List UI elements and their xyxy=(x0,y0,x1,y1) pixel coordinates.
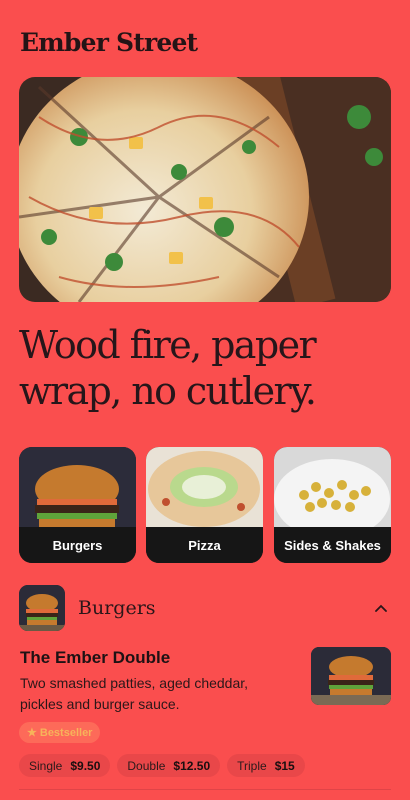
option-price: $9.50 xyxy=(70,758,101,773)
option-triple[interactable]: Triple $15 xyxy=(227,754,305,777)
divider xyxy=(19,789,391,790)
category-label: Sides & Shakes xyxy=(274,527,391,563)
brand-logo[interactable]: Ember Street xyxy=(20,28,198,57)
option-single[interactable]: Single $9.50 xyxy=(19,754,111,777)
size-options: Single $9.50 Double $12.50 Triple $15 xyxy=(19,754,305,777)
corn-bowl-photo xyxy=(274,447,391,527)
category-label: Burgers xyxy=(19,527,136,563)
section-header-burgers[interactable]: Burgers xyxy=(19,585,391,631)
hero-image xyxy=(19,77,391,302)
section-thumbnail xyxy=(19,585,65,631)
item-image xyxy=(311,647,391,705)
option-price: $15 xyxy=(274,758,295,773)
burger-photo xyxy=(19,447,136,527)
category-card-burgers[interactable]: Burgers xyxy=(19,447,136,563)
option-price: $12.50 xyxy=(173,758,211,773)
badge-label: Bestseller xyxy=(39,726,93,739)
option-name: Single xyxy=(29,758,63,773)
category-card-pizza[interactable]: Pizza xyxy=(146,447,263,563)
category-label: Pizza xyxy=(146,527,263,563)
section-title: Burgers xyxy=(78,597,156,619)
category-row: Burgers Pizza Sides & Shakes xyxy=(19,447,391,563)
chevron-up-icon[interactable] xyxy=(371,598,391,618)
bestseller-badge: ★ Bestseller xyxy=(19,722,101,743)
item-title: The Ember Double xyxy=(20,648,171,667)
item-description: Two smashed patties, aged cheddar, pickl… xyxy=(20,675,249,712)
option-name: Triple xyxy=(237,758,267,773)
option-name: Double xyxy=(127,758,166,773)
option-double[interactable]: Double $12.50 xyxy=(117,754,221,777)
headline: Wood fire, paper wrap, no cutlery. xyxy=(19,323,317,413)
star-icon: ★ xyxy=(27,727,37,739)
pizza-photo xyxy=(146,447,263,527)
category-card-sides[interactable]: Sides & Shakes xyxy=(274,447,391,563)
